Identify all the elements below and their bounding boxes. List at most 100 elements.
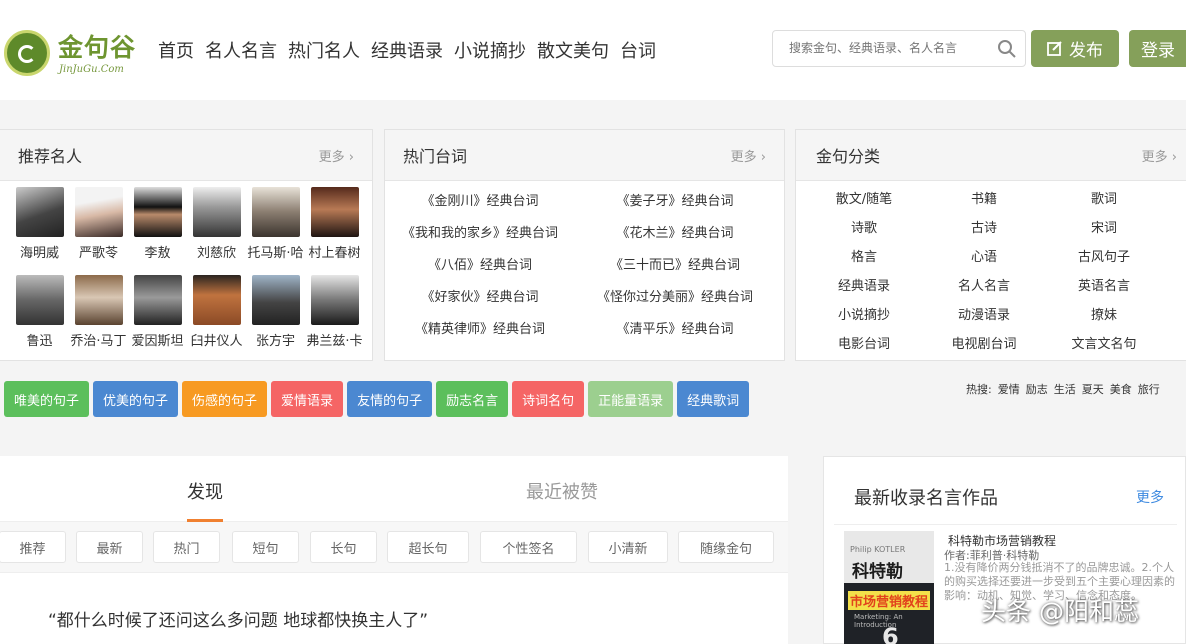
celebrity-item[interactable]: 张方宇 bbox=[246, 275, 305, 363]
login-label: 登录 bbox=[1141, 41, 1175, 61]
tag-classic-lyrics[interactable]: 经典歌词 bbox=[677, 381, 750, 417]
categories-panel: 金句分类 更多 › 散文/随笔 书籍 歌词 诗歌 古诗 宋词 格言 心语 古风句… bbox=[795, 129, 1186, 361]
nav-famous-quotes[interactable]: 名人名言 bbox=[205, 37, 277, 63]
celebrity-item[interactable]: 海明威 bbox=[10, 187, 69, 275]
category-link[interactable]: 电影台词 bbox=[804, 330, 924, 359]
filter-recommended[interactable]: 推荐 bbox=[0, 531, 66, 563]
line-link[interactable]: 《八佰》经典台词 bbox=[385, 250, 575, 282]
celebrity-item[interactable]: 严歌苓 bbox=[69, 187, 128, 275]
hot-search-item[interactable]: 生活 bbox=[1054, 383, 1076, 396]
category-link[interactable]: 格言 bbox=[804, 243, 924, 272]
celebrity-item[interactable]: 托马斯·哈 bbox=[246, 187, 305, 275]
line-link[interactable]: 《怪你过分美丽》经典台词 bbox=[575, 282, 775, 314]
line-link[interactable]: 《清平乐》经典台词 bbox=[575, 314, 775, 346]
tag-positive-energy[interactable]: 正能量语录 bbox=[588, 381, 674, 417]
filter-latest[interactable]: 最新 bbox=[76, 531, 143, 563]
line-link[interactable]: 《我和我的家乡》经典台词 bbox=[385, 218, 575, 250]
celebrity-name: 臼井仪人 bbox=[190, 334, 243, 349]
category-link[interactable]: 动漫语录 bbox=[924, 301, 1044, 330]
filter-short[interactable]: 短句 bbox=[232, 531, 299, 563]
category-link[interactable]: 经典语录 bbox=[804, 272, 924, 301]
tab-discover[interactable]: 发现 bbox=[187, 478, 223, 504]
more-link[interactable]: 更多 › bbox=[319, 146, 354, 165]
hot-search-item[interactable]: 励志 bbox=[1026, 383, 1048, 396]
sidebar-title: 最新收录名言作品 bbox=[854, 488, 998, 509]
tag-inspirational[interactable]: 励志名言 bbox=[436, 381, 509, 417]
search-icon[interactable] bbox=[997, 39, 1017, 59]
tag-friendship-sentences[interactable]: 友情的句子 bbox=[347, 381, 433, 417]
search-box bbox=[772, 30, 1026, 67]
celebrity-item[interactable]: 鲁迅 bbox=[10, 275, 69, 363]
avatar bbox=[74, 187, 123, 237]
filter-hot[interactable]: 热门 bbox=[153, 531, 220, 563]
book-cover[interactable]: Philip KOTLER 科特勒 市场营销教程 Marketing: An I… bbox=[844, 531, 934, 644]
category-link[interactable]: 散文/随笔 bbox=[804, 185, 924, 214]
celebrity-item[interactable]: 村上春树 bbox=[305, 187, 364, 275]
category-link[interactable]: 文言文名句 bbox=[1044, 330, 1164, 359]
category-link[interactable]: 撩妹 bbox=[1044, 301, 1164, 330]
line-link[interactable]: 《金刚川》经典台词 bbox=[385, 186, 575, 218]
line-link[interactable]: 《精英律师》经典台词 bbox=[385, 314, 575, 346]
hot-search-item[interactable]: 爱情 bbox=[998, 383, 1020, 396]
hot-search-item[interactable]: 旅行 bbox=[1138, 383, 1160, 396]
category-link[interactable]: 小说摘抄 bbox=[804, 301, 924, 330]
celebrity-item[interactable]: 刘慈欣 bbox=[187, 187, 246, 275]
tag-sad-sentences[interactable]: 伤感的句子 bbox=[182, 381, 268, 417]
more-link[interactable]: 更多 › bbox=[731, 146, 766, 165]
celebrity-item[interactable]: 乔治·马丁 bbox=[69, 275, 128, 363]
panel-title: 热门台词 bbox=[403, 147, 468, 166]
line-link[interactable]: 《姜子牙》经典台词 bbox=[575, 186, 775, 218]
nav-prose[interactable]: 散文美句 bbox=[537, 37, 609, 63]
search-input[interactable] bbox=[789, 41, 989, 55]
more-link[interactable]: 更多 › bbox=[1142, 146, 1177, 165]
category-link[interactable]: 电视剧台词 bbox=[924, 330, 1044, 359]
filter-random[interactable]: 随缘金句 bbox=[678, 531, 774, 563]
category-link[interactable]: 诗歌 bbox=[804, 214, 924, 243]
celebrity-item[interactable]: 李敖 bbox=[128, 187, 187, 275]
category-link[interactable]: 古风句子 bbox=[1044, 243, 1164, 272]
nav-novel-excerpts[interactable]: 小说摘抄 bbox=[454, 37, 526, 63]
category-link[interactable]: 名人名言 bbox=[924, 272, 1044, 301]
celebrity-name: 鲁迅 bbox=[26, 334, 53, 349]
login-button[interactable]: 登录 bbox=[1129, 30, 1186, 67]
category-link[interactable]: 歌词 bbox=[1044, 185, 1164, 214]
tag-beautiful-sentences[interactable]: 唯美的句子 bbox=[4, 381, 90, 417]
celebrity-name: 乔治·马丁 bbox=[70, 334, 127, 349]
filter-extra-long[interactable]: 超长句 bbox=[387, 531, 469, 563]
filter-row: 推荐 最新 热门 短句 长句 超长句 个性签名 小清新 随缘金句 bbox=[0, 522, 788, 572]
quote-card[interactable]: “都什么时候了还问这么多问题 地球都快换主人了” bbox=[0, 572, 788, 644]
tag-poetry[interactable]: 诗词名句 bbox=[512, 381, 585, 417]
filter-signature[interactable]: 个性签名 bbox=[480, 531, 577, 563]
category-link[interactable]: 古诗 bbox=[924, 214, 1044, 243]
hot-search-item[interactable]: 美食 bbox=[1110, 383, 1132, 396]
hot-search-item[interactable]: 夏天 bbox=[1082, 383, 1104, 396]
filter-long[interactable]: 长句 bbox=[310, 531, 377, 563]
category-link[interactable]: 心语 bbox=[924, 243, 1044, 272]
nav-lines[interactable]: 台词 bbox=[620, 37, 656, 63]
celebrity-item[interactable]: 爱因斯坦 bbox=[128, 275, 187, 363]
tag-love-quotes[interactable]: 爱情语录 bbox=[271, 381, 344, 417]
nav-home[interactable]: 首页 bbox=[158, 37, 194, 63]
nav-popular-people[interactable]: 热门名人 bbox=[288, 37, 360, 63]
main-nav: 首页 名人名言 热门名人 经典语录 小说摘抄 散文美句 台词 bbox=[158, 37, 667, 63]
celebrity-name: 弗兰兹·卡 bbox=[306, 334, 363, 349]
nav-classic-quotes[interactable]: 经典语录 bbox=[371, 37, 443, 63]
category-link[interactable]: 英语名言 bbox=[1044, 272, 1164, 301]
avatar bbox=[310, 187, 359, 237]
tag-elegant-sentences[interactable]: 优美的句子 bbox=[93, 381, 179, 417]
publish-button[interactable]: 发布 bbox=[1031, 30, 1119, 67]
tab-recently-liked[interactable]: 最近被赞 bbox=[526, 478, 598, 504]
logo-mark-icon bbox=[4, 30, 50, 76]
filter-fresh[interactable]: 小清新 bbox=[588, 531, 668, 563]
avatar bbox=[15, 187, 64, 237]
sidebar-more-link[interactable]: 更多 bbox=[1136, 487, 1164, 507]
line-link[interactable]: 《三十而已》经典台词 bbox=[575, 250, 775, 282]
line-link[interactable]: 《花木兰》经典台词 bbox=[575, 218, 775, 250]
category-link[interactable]: 宋词 bbox=[1044, 214, 1164, 243]
celebrity-item[interactable]: 弗兰兹·卡 bbox=[305, 275, 364, 363]
category-link[interactable]: 书籍 bbox=[924, 185, 1044, 214]
line-link[interactable]: 《好家伙》经典台词 bbox=[385, 282, 575, 314]
site-logo[interactable]: 金句谷 JinJuGu.Com bbox=[4, 26, 154, 82]
watermark: 头条 @阳和蕊 bbox=[981, 597, 1139, 626]
celebrity-item[interactable]: 臼井仪人 bbox=[187, 275, 246, 363]
